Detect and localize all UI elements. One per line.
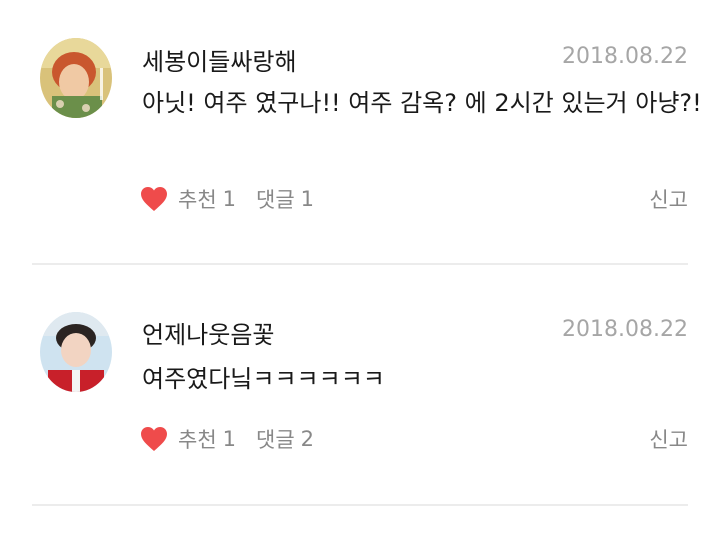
comment-username: 언제나웃음꽃 xyxy=(142,321,275,349)
comment-actions: 추천 1 댓글 1 xyxy=(140,184,314,214)
comment-text: 여주였다닠ㅋㅋㅋㅋㅋㅋ xyxy=(142,365,385,393)
avatar[interactable] xyxy=(40,312,112,392)
heart-icon[interactable] xyxy=(140,426,168,452)
like-count: 1 xyxy=(222,427,237,451)
heart-icon[interactable] xyxy=(140,186,168,212)
divider xyxy=(32,504,688,506)
report-button[interactable]: 신고 xyxy=(649,424,688,454)
comment-text: 아닛! 여주 였구나!! 여주 감옥? 에 2시간 있는거 아냥?! xyxy=(142,89,702,117)
report-button[interactable]: 신고 xyxy=(649,184,688,214)
comment-date: 2018.08.22 xyxy=(562,44,688,69)
reply-count: 1 xyxy=(300,187,315,211)
comment-item: 세봉이들싸랑해 2018.08.22 아닛! 여주 였구나!! 여주 감옥? 에… xyxy=(0,0,719,265)
comment-actions: 추천 1 댓글 2 xyxy=(140,424,314,454)
like-count: 1 xyxy=(222,187,237,211)
comment-date: 2018.08.22 xyxy=(562,317,688,342)
divider xyxy=(32,263,688,265)
reply-button[interactable]: 댓글 xyxy=(256,184,295,214)
reply-button[interactable]: 댓글 xyxy=(256,424,295,454)
avatar[interactable] xyxy=(40,38,112,118)
reply-count: 2 xyxy=(300,427,315,451)
like-button[interactable]: 추천 xyxy=(178,184,217,214)
comment-username: 세봉이들싸랑해 xyxy=(142,48,297,76)
like-button[interactable]: 추천 xyxy=(178,424,217,454)
